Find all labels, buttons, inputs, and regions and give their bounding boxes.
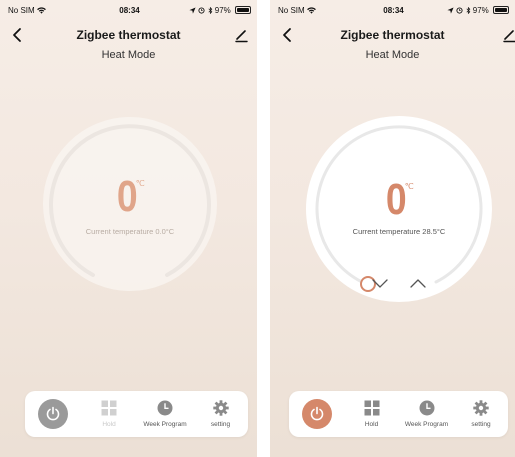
location-icon [189, 7, 196, 14]
setpoint-display: 0℃ [43, 175, 217, 219]
bluetooth-icon [208, 6, 212, 15]
tab-hold[interactable]: Hold [81, 391, 137, 437]
screenshot-pair: No SIM 08:34 97% Zigbee thermostat Heat … [0, 0, 515, 457]
tab-setting-label: setting [471, 421, 491, 428]
nav-bar: Zigbee thermostat [270, 26, 515, 44]
bottom-toolbar: Hold Week Program setting [25, 391, 248, 437]
back-arrow-icon[interactable] [10, 26, 26, 44]
power-icon [46, 406, 60, 421]
mode-label: Heat Mode [365, 49, 420, 61]
tab-setting[interactable]: setting [193, 391, 248, 437]
tab-setting-label: setting [210, 421, 231, 428]
clock-icon [419, 400, 434, 416]
location-icon [447, 7, 454, 14]
setpoint-value: 0 [117, 172, 138, 221]
edit-pencil-icon[interactable] [501, 26, 515, 44]
power-button[interactable] [289, 391, 344, 437]
power-button-circle [38, 399, 68, 429]
page-title: Zigbee thermostat [76, 28, 181, 42]
nav-bar: Zigbee thermostat [0, 26, 257, 44]
battery-icon [235, 6, 251, 14]
back-arrow-icon[interactable] [280, 26, 296, 44]
temperature-dial[interactable]: 0℃ Current temperature 0.0°C [43, 117, 217, 291]
grid-icon [364, 400, 379, 416]
alarm-icon [198, 7, 205, 14]
power-button-circle [301, 399, 332, 429]
setpoint-display: 0℃ [306, 178, 492, 222]
tab-hold-label: Hold [364, 421, 379, 428]
tab-week-program[interactable]: Week Program [137, 391, 193, 437]
status-right: 97% [189, 6, 251, 15]
tab-setting[interactable]: setting [454, 391, 508, 437]
tab-week-program-label: Week Program [143, 421, 187, 428]
edit-pencil-icon[interactable] [233, 26, 249, 44]
clock-icon [157, 400, 173, 416]
status-bar: No SIM 08:34 97% [8, 6, 251, 18]
mode-label: Heat Mode [101, 49, 156, 61]
gear-icon [212, 400, 229, 416]
bottom-toolbar: Hold Week Program setting [289, 391, 508, 437]
status-right: 97% [447, 6, 509, 15]
chevron-up-icon[interactable] [408, 276, 428, 290]
status-bar: No SIM 08:34 97% [278, 6, 509, 18]
page-title: Zigbee thermostat [340, 28, 445, 42]
alarm-icon [456, 7, 463, 14]
grid-icon [101, 400, 117, 416]
power-button[interactable] [25, 391, 81, 437]
temperature-dial[interactable]: 0℃ Current temperature 28.5°C [306, 116, 492, 302]
chevron-down-icon[interactable] [370, 276, 390, 290]
tab-hold-label: Hold [102, 421, 116, 428]
current-temperature-label: Current temperature 28.5°C [352, 227, 446, 236]
bluetooth-icon [466, 6, 470, 15]
setpoint-value: 0 [386, 175, 407, 224]
battery-icon [493, 6, 509, 14]
tab-hold[interactable]: Hold [344, 391, 399, 437]
phone-screen-left: No SIM 08:34 97% Zigbee thermostat Heat … [0, 0, 257, 457]
tab-week-program-label: Week Program [404, 421, 449, 428]
tab-week-program[interactable]: Week Program [399, 391, 454, 437]
current-temperature-label: Current temperature 0.0°C [85, 227, 175, 236]
battery-percent: 97% [214, 6, 231, 15]
phone-screen-right: No SIM 08:34 97% Zigbee thermostat Heat … [270, 0, 515, 457]
power-icon [310, 406, 323, 421]
battery-percent: 97% [472, 6, 489, 15]
gear-icon [473, 400, 489, 416]
